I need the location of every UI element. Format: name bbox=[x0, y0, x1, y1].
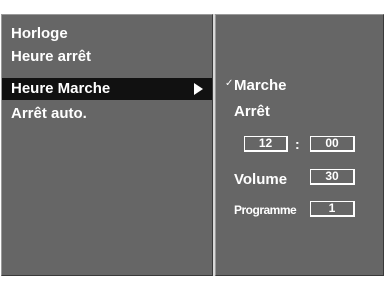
menu-item-arret-auto[interactable]: Arrêt auto. bbox=[2, 103, 212, 125]
main-menu-panel: Horloge Heure arrêt Heure Marche Arrêt a… bbox=[1, 14, 213, 276]
minute-field[interactable]: 00 bbox=[310, 136, 355, 152]
menu-item-label: Heure arrêt bbox=[11, 48, 92, 65]
programme-field[interactable]: 1 bbox=[310, 201, 355, 217]
menu-item-label: Arrêt auto. bbox=[11, 105, 87, 122]
menu-item-horloge[interactable]: Horloge bbox=[2, 23, 212, 45]
minute-value: 00 bbox=[325, 136, 339, 150]
hour-value: 12 bbox=[258, 136, 273, 150]
time-separator: : bbox=[295, 136, 300, 152]
right-triangle-icon bbox=[194, 83, 203, 95]
option-label: Arrêt bbox=[234, 103, 270, 120]
volume-field[interactable]: 30 bbox=[310, 169, 355, 185]
option-label: Marche bbox=[234, 77, 287, 94]
menu-item-heure-marche[interactable]: Heure Marche bbox=[2, 78, 212, 100]
tv-osd-screen: Horloge Heure arrêt Heure Marche Arrêt a… bbox=[0, 0, 384, 287]
menu-item-label: Horloge bbox=[11, 25, 68, 42]
menu-item-heure-arret[interactable]: Heure arrêt bbox=[2, 46, 212, 68]
check-mark-icon: ✓ bbox=[225, 78, 234, 89]
menu-item-label: Heure Marche bbox=[11, 80, 111, 97]
programme-label: Programme bbox=[234, 203, 297, 217]
programme-value: 1 bbox=[328, 201, 336, 215]
option-arret[interactable]: Arrêt bbox=[234, 102, 270, 122]
submenu-panel: ✓ Marche Arrêt 12 : 00 Volume 30 Program… bbox=[215, 14, 384, 276]
hour-field[interactable]: 12 bbox=[244, 136, 288, 152]
option-marche[interactable]: Marche bbox=[234, 76, 287, 96]
volume-label: Volume bbox=[234, 171, 288, 188]
volume-value: 30 bbox=[325, 169, 339, 183]
